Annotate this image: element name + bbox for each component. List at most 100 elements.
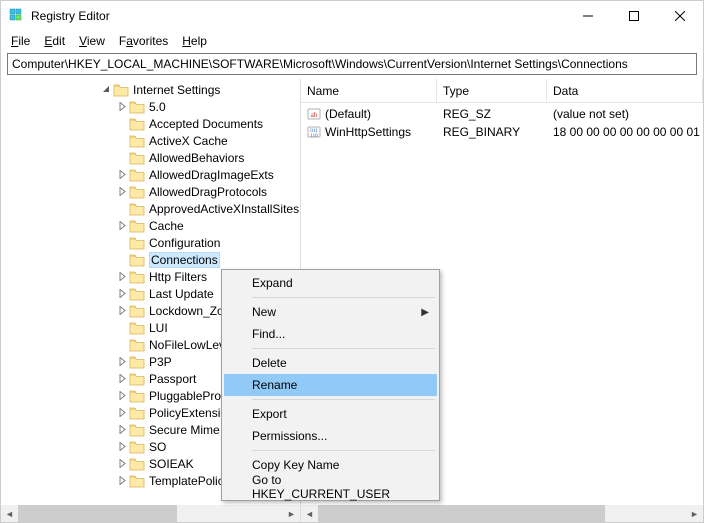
expander-closed-icon[interactable] — [115, 185, 129, 199]
expander-closed-icon[interactable] — [115, 457, 129, 471]
expander-none-icon — [115, 202, 129, 216]
menu-favorites[interactable]: Favorites — [113, 33, 174, 49]
menu-help[interactable]: Help — [176, 33, 213, 49]
tree-label: Last Update — [149, 287, 214, 301]
value-name: WinHttpSettings — [325, 125, 411, 139]
scroll-left-icon[interactable]: ◄ — [301, 505, 318, 522]
context-menu-separator — [252, 450, 435, 451]
folder-icon — [129, 440, 145, 454]
expander-closed-icon[interactable] — [115, 304, 129, 318]
expander-closed-icon[interactable] — [115, 372, 129, 386]
tree-item[interactable]: 5.0 — [3, 98, 300, 115]
expander-closed-icon[interactable] — [115, 100, 129, 114]
tree-item[interactable]: ActiveX Cache — [3, 132, 300, 149]
tree-label: ApprovedActiveXInstallSites — [149, 202, 299, 216]
close-button[interactable] — [657, 1, 703, 31]
folder-icon — [129, 219, 145, 233]
context-menu-label: Find... — [252, 327, 285, 341]
address-bar[interactable]: Computer\HKEY_LOCAL_MACHINE\SOFTWARE\Mic… — [7, 53, 697, 75]
window-title: Registry Editor — [31, 9, 110, 23]
tree-item[interactable]: AllowedBehaviors — [3, 149, 300, 166]
context-menu-item-permissions[interactable]: Permissions... — [224, 425, 437, 447]
context-menu-label: Permissions... — [252, 429, 327, 443]
context-menu-item-new[interactable]: New ▶ — [224, 301, 437, 323]
expander-closed-icon[interactable] — [115, 270, 129, 284]
expander-closed-icon[interactable] — [115, 474, 129, 488]
scroll-left-icon[interactable]: ◄ — [1, 505, 18, 522]
expander-closed-icon[interactable] — [115, 440, 129, 454]
expander-closed-icon[interactable] — [115, 389, 129, 403]
tree-item[interactable]: ApprovedActiveXInstallSites — [3, 200, 300, 217]
expander-none-icon — [115, 253, 129, 267]
svg-text:ab: ab — [311, 111, 318, 119]
tree-label: AllowedDragImageExts — [149, 168, 274, 182]
folder-icon — [129, 389, 145, 403]
folder-icon — [129, 423, 145, 437]
context-menu-item-delete[interactable]: Delete — [224, 352, 437, 374]
tree-item[interactable]: AllowedDragProtocols — [3, 183, 300, 200]
context-menu-item-find[interactable]: Find... — [224, 323, 437, 345]
context-menu-separator — [252, 348, 435, 349]
tree-horizontal-scrollbar[interactable]: ◄ ► — [1, 505, 300, 522]
context-menu-label: Rename — [252, 378, 297, 392]
folder-icon — [129, 304, 145, 318]
tree-item[interactable]: Connections — [3, 251, 300, 268]
list-header: Name Type Data — [301, 79, 703, 103]
context-menu-item-rename[interactable]: Rename — [224, 374, 437, 396]
menu-view[interactable]: View — [73, 33, 111, 49]
tree-label: Configuration — [149, 236, 220, 250]
tree-label: AllowedDragProtocols — [149, 185, 267, 199]
context-menu-label: Copy Key Name — [252, 458, 339, 472]
column-type[interactable]: Type — [437, 79, 547, 102]
list-row[interactable]: ab(Default)REG_SZ(value not set) — [301, 105, 703, 123]
folder-icon — [129, 355, 145, 369]
menu-edit[interactable]: Edit — [38, 33, 71, 49]
tree-label: 5.0 — [149, 100, 166, 114]
expander-closed-icon[interactable] — [115, 355, 129, 369]
menu-file[interactable]: File — [5, 33, 36, 49]
folder-icon — [129, 100, 145, 114]
tree-label: Internet Settings — [133, 83, 220, 97]
context-menu-item-go-to-hkey-current-user[interactable]: Go to HKEY_CURRENT_USER — [224, 476, 437, 498]
expander-open-icon[interactable] — [99, 83, 113, 97]
expander-closed-icon[interactable] — [115, 287, 129, 301]
minimize-button[interactable] — [565, 1, 611, 31]
expander-closed-icon[interactable] — [115, 168, 129, 182]
value-name: (Default) — [325, 107, 371, 121]
column-data[interactable]: Data — [547, 79, 703, 102]
context-menu-label: New — [252, 305, 276, 319]
titlebar: Registry Editor — [1, 1, 703, 31]
tree-item[interactable]: Configuration — [3, 234, 300, 251]
tree-label: Accepted Documents — [149, 117, 263, 131]
tree-label: SOIEAK — [149, 457, 194, 471]
folder-icon — [129, 185, 145, 199]
expander-closed-icon[interactable] — [115, 423, 129, 437]
expander-closed-icon[interactable] — [115, 219, 129, 233]
tree-item-root[interactable]: Internet Settings — [3, 81, 300, 98]
tree-item[interactable]: AllowedDragImageExts — [3, 166, 300, 183]
folder-icon — [129, 457, 145, 471]
context-menu-separator — [252, 297, 435, 298]
context-menu-item-expand[interactable]: Expand — [224, 272, 437, 294]
maximize-button[interactable] — [611, 1, 657, 31]
expander-closed-icon[interactable] — [115, 406, 129, 420]
folder-icon — [129, 134, 145, 148]
folder-icon — [129, 287, 145, 301]
scroll-right-icon[interactable]: ► — [686, 505, 703, 522]
expander-none-icon — [115, 338, 129, 352]
tree-item[interactable]: Accepted Documents — [3, 115, 300, 132]
context-menu-item-export[interactable]: Export — [224, 403, 437, 425]
submenu-arrow-icon: ▶ — [421, 307, 429, 318]
list-row[interactable]: 011110WinHttpSettingsREG_BINARY18 00 00 … — [301, 123, 703, 141]
list-horizontal-scrollbar[interactable]: ◄ ► — [301, 505, 703, 522]
context-menu-label: Export — [252, 407, 287, 421]
scroll-right-icon[interactable]: ► — [283, 505, 300, 522]
tree-label: LUI — [149, 321, 168, 335]
tree-item[interactable]: Cache — [3, 217, 300, 234]
folder-icon — [129, 253, 145, 267]
column-name[interactable]: Name — [301, 79, 437, 102]
address-path: Computer\HKEY_LOCAL_MACHINE\SOFTWARE\Mic… — [12, 57, 628, 71]
context-menu-label: Delete — [252, 356, 287, 370]
expander-none-icon — [115, 117, 129, 131]
window-controls — [565, 1, 703, 31]
